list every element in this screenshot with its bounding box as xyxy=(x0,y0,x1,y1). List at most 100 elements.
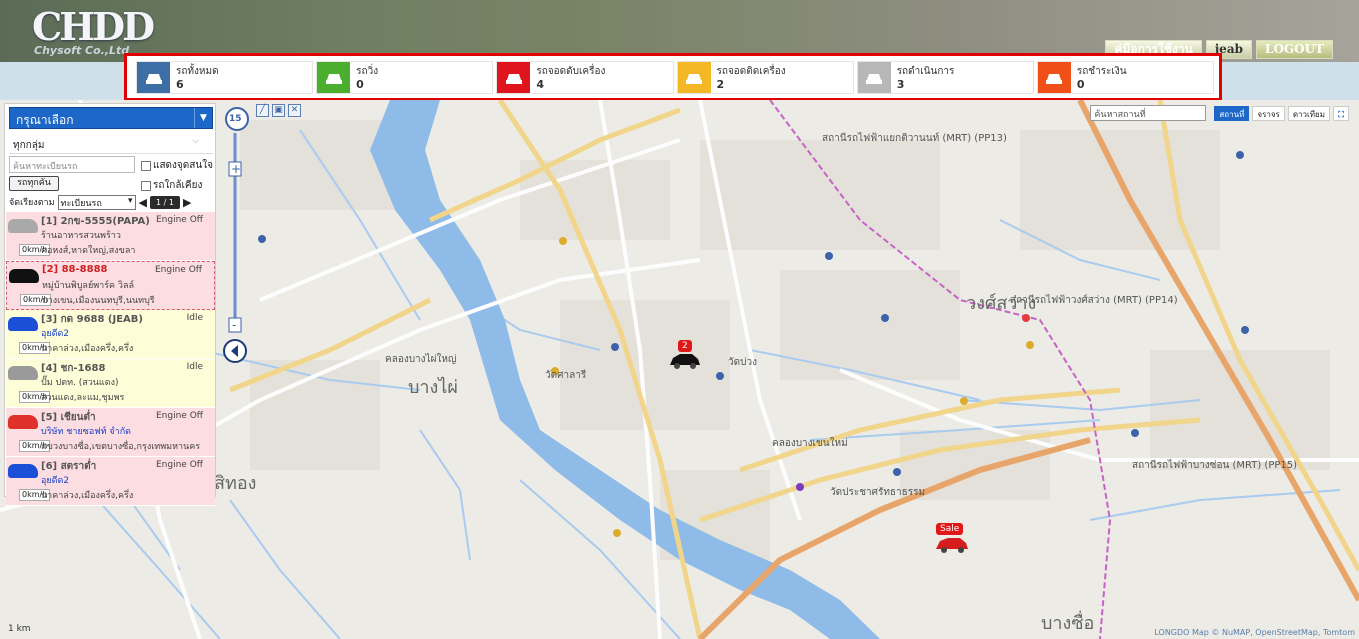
vehicle-row[interactable]: [4] ชก-1688 Idle ปั๊ม ปตท. (สวนแดง) 0km/h สว… xyxy=(6,359,215,408)
car-icon xyxy=(677,62,711,93)
logout-button[interactable]: LOGOUT xyxy=(1256,40,1333,59)
map-label: สิทอง xyxy=(214,473,257,494)
vehicle-address: บริษัท ชายซอฟท์ จำกัด xyxy=(41,427,132,437)
vehicle-car-icon xyxy=(8,415,38,429)
page-indicator: 1 / 1 xyxy=(150,195,180,209)
nearby-checkbox[interactable]: รถใกล้เคียง xyxy=(141,178,202,193)
vehicle-location: แขวงบางซื่อ,เขตบางซื่อ,กรุงเทพมหานคร xyxy=(41,442,201,452)
status-label: รถดำเนินการ xyxy=(896,66,955,77)
vehicle-name: [1] 2กข-5555(PAPA) xyxy=(41,216,150,227)
fullscreen-icon[interactable]: ⛶ xyxy=(1333,105,1349,121)
ruler-icon[interactable]: ╱ xyxy=(256,104,269,117)
vehicle-address: ปั๊ม ปตท. (สวนแดง) xyxy=(41,378,119,388)
map-zoom-control: + - 15 xyxy=(218,106,256,368)
vehicle-row[interactable]: [5] เชียนต่ำ Engine Off บริษัท ชายซอฟท์ จำ… xyxy=(6,408,215,457)
status-card[interactable]: รถจอดติดเครื่อง 2 xyxy=(676,61,854,94)
all-vehicles-button[interactable]: รถทุกคัน xyxy=(9,176,59,191)
status-card[interactable]: รถวิ่ง 0 xyxy=(316,61,494,94)
map-toolbar: ค้นหาสถานที่ สถานที่ จราจร ดาวเทียม ⛶ xyxy=(1090,105,1349,121)
status-text: รถดำเนินการ 3 xyxy=(891,62,955,93)
place-search-button[interactable]: สถานที่ xyxy=(1214,105,1250,121)
map-label: คลองบางเขนใหม่ xyxy=(772,438,848,449)
show-poi-label: แสดงจุดสนใจ xyxy=(153,160,213,171)
zoom-bar-icon: + - xyxy=(223,107,249,363)
status-label: รถจอดติดเครื่อง xyxy=(716,66,786,77)
vehicle-state: Engine Off xyxy=(155,265,202,275)
show-poi-checkbox[interactable]: แสดงจุดสนใจ xyxy=(141,158,213,173)
vehicle-location: สวนแดง,ละแม,ชุมพร xyxy=(41,393,125,403)
vehicle-panel: กรุณาเลือก ▼ ทุกกลุ่ม ⌵ ค้นหาทะเบียนรถ แสด… xyxy=(4,103,216,506)
map-label: คลองบางไผ่ใหญ่ xyxy=(385,354,457,365)
vehicle-name: [6] สตราต่ำ xyxy=(41,461,97,472)
vehicle-location: นาคาล่วง,เมืองครึ่ง,ครึ่ง xyxy=(41,344,134,354)
map-label: สถานีรถไฟฟ้าบางซ่อน (MRT) (PP15) xyxy=(1132,460,1298,471)
map-label: สถานีรถไฟฟ้าแยกติวานนท์ (MRT) (PP13) xyxy=(822,133,1007,144)
company-logo: CHDD xyxy=(32,4,155,49)
vehicle-address: หมู่บ้านพิบูลย์พาร์ค วิลล์ xyxy=(42,281,135,291)
checkbox-box xyxy=(141,160,151,171)
status-count: 3 xyxy=(896,78,905,91)
map-label: วัดบ่วง xyxy=(728,357,757,368)
status-count: 0 xyxy=(356,78,364,91)
map-label: วัดศาลารี xyxy=(545,370,587,381)
status-text: รถจอดติดเครื่อง 2 xyxy=(711,62,786,93)
vehicle-list: [1] 2กข-5555(PAPA) Engine Off ร้านอาหารสวน… xyxy=(6,212,215,506)
status-text: รถชำระเงิน 0 xyxy=(1071,62,1127,93)
traffic-button[interactable]: จราจร xyxy=(1252,105,1285,121)
vehicle-car-icon xyxy=(8,464,38,478)
vehicle-name: [3] กด 9688 (JEAB) xyxy=(41,314,143,325)
sort-label: จัดเรียงตาม xyxy=(9,198,55,208)
vehicle-car-icon xyxy=(9,269,39,283)
status-count: 6 xyxy=(176,78,184,91)
vehicle-location: คอหงส์,หาดใหญ่,สงขลา xyxy=(41,246,136,256)
vehicle-row[interactable]: [1] 2กข-5555(PAPA) Engine Off ร้านอาหารสวน… xyxy=(6,212,215,261)
vehicle-address: ร้านอาหารสวนพร้าว xyxy=(41,231,121,241)
sort-select[interactable]: ทะเบียนรถ xyxy=(57,194,136,210)
status-card[interactable]: รถจอดดับเครื่อง 4 xyxy=(496,61,674,94)
place-search-input[interactable]: ค้นหาสถานที่ xyxy=(1090,105,1207,121)
vehicle-state: Engine Off xyxy=(156,215,203,225)
map-label: วัดประชาศรัทธาธรรม xyxy=(830,487,926,498)
group-select[interactable]: ทุกกลุ่ม ⌵ xyxy=(9,134,213,154)
status-card[interactable]: รถดำเนินการ 3 xyxy=(856,61,1034,94)
vehicle-state: Engine Off xyxy=(156,460,203,470)
group-select-label: ทุกกลุ่ม xyxy=(13,140,45,151)
vehicle-status-summary: รถทั้งหมด 6 รถวิ่ง 0 รถจอดดับเครื่อง 4 รถจอดติ… xyxy=(124,53,1222,101)
vehicle-select[interactable]: กรุณาเลือก ▼ xyxy=(9,107,213,129)
vehicle-location: บางเขน,เมืองนนทบุรี,นนทบุรี xyxy=(42,296,155,306)
vehicle-state: Idle xyxy=(186,362,203,372)
clear-icon[interactable]: ✕ xyxy=(288,104,301,117)
area-icon[interactable]: ▣ xyxy=(272,104,285,117)
vehicle-row[interactable]: [2] 88-8888 Engine Off หมู่บ้านพิบูลย์พาร์… xyxy=(6,261,215,310)
vehicle-name: [2] 88-8888 xyxy=(42,264,108,275)
status-card[interactable]: รถทั้งหมด 6 xyxy=(136,61,314,94)
car-icon xyxy=(857,62,891,93)
status-label: รถจอดดับเครื่อง xyxy=(536,66,606,77)
vehicle-car-icon xyxy=(8,366,38,380)
vehicle-address: อุยดีด2 xyxy=(41,329,70,339)
status-count: 0 xyxy=(1076,78,1085,91)
vehicle-name: [4] ชก-1688 xyxy=(41,363,106,374)
vehicle-address: อุยดีด2 xyxy=(41,476,70,486)
sale-badge: Sale xyxy=(936,523,964,535)
zoom-level[interactable]: 15 xyxy=(229,114,242,124)
vehicle-select-label: กรุณาเลือก xyxy=(16,113,74,127)
vehicle-row[interactable]: [6] สตราต่ำ Engine Off อุยดีด2 0km/h นาคาล่ว… xyxy=(6,457,215,506)
vehicle-row[interactable]: [3] กด 9688 (JEAB) Idle อุยดีด2 0km/h นาคาล่… xyxy=(6,310,215,359)
status-text: รถทั้งหมด 6 xyxy=(170,62,219,93)
black-car-icon xyxy=(670,354,700,369)
company-name: Chysoft Co.,Ltd xyxy=(34,44,130,57)
plate-search-input[interactable]: ค้นหาทะเบียนรถ xyxy=(9,156,135,173)
status-card[interactable]: รถชำระเงิน 0 xyxy=(1036,61,1215,94)
map-label: บางซื่อ xyxy=(1041,613,1095,634)
prev-page-icon[interactable]: ◀ xyxy=(139,196,147,209)
next-page-icon[interactable]: ▶ xyxy=(183,196,191,209)
vehicle-name: [5] เชียนต่ำ xyxy=(41,412,96,423)
svg-text:-: - xyxy=(232,318,236,332)
chevron-down-icon: ▼ xyxy=(194,108,212,128)
map-label: บางไผ่ xyxy=(408,377,458,398)
chevron-down-icon: ⌵ xyxy=(192,136,199,146)
vehicle-state: Idle xyxy=(186,313,203,323)
map-scale: 1 km xyxy=(8,624,31,634)
satellite-button[interactable]: ดาวเทียม xyxy=(1287,105,1330,121)
